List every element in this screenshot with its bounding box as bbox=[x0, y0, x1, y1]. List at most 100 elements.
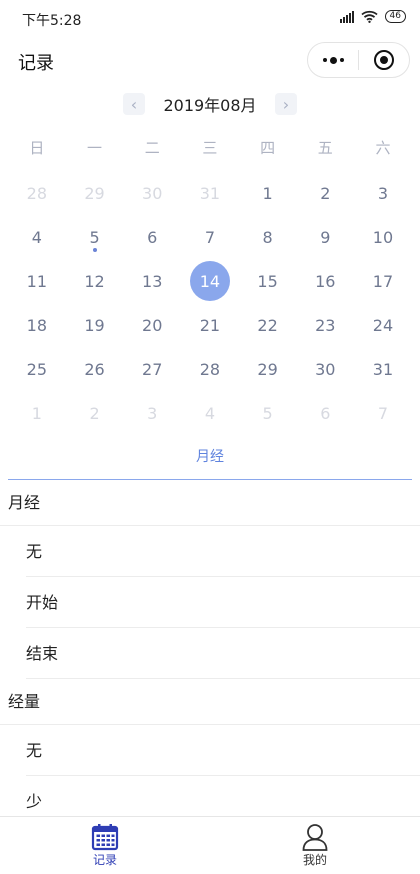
calendar-day[interactable]: 23 bbox=[296, 303, 354, 347]
calendar-day[interactable]: 28 bbox=[181, 347, 239, 391]
tab-mine-label: 我的 bbox=[302, 853, 327, 867]
more-button[interactable] bbox=[308, 43, 358, 77]
weekday-label: 二 bbox=[144, 138, 160, 157]
calendar-day-number: 7 bbox=[204, 227, 215, 247]
calendar-day[interactable]: 4 bbox=[8, 215, 66, 259]
calendar-week-row: 11 12 13 14 15 16 17 bbox=[8, 259, 412, 303]
calendar-day-number: 3 bbox=[377, 183, 389, 203]
calendar-day[interactable]: 17 bbox=[354, 259, 412, 303]
calendar-day[interactable]: 3 bbox=[354, 171, 412, 215]
period-section: 月经 无 开始 结束 经量 无 少 bbox=[0, 480, 420, 827]
calendar-day-number: 19 bbox=[84, 315, 105, 335]
calendar-day[interactable]: 2 bbox=[66, 391, 124, 435]
option-item[interactable]: 开始 bbox=[26, 577, 420, 628]
bottom-tabbar: 记录 我的 bbox=[0, 816, 420, 874]
calendar-day-number: 29 bbox=[257, 359, 278, 379]
calendar-day-number: 3 bbox=[147, 403, 158, 423]
chevron-left-icon: ‹ bbox=[130, 94, 138, 114]
chevron-right-icon: › bbox=[282, 94, 290, 114]
tab-record[interactable]: 记录 bbox=[0, 817, 210, 874]
calendar-day[interactable]: 19 bbox=[66, 303, 124, 347]
calendar-day[interactable]: 5 bbox=[66, 215, 124, 259]
tab-period[interactable]: 月经 bbox=[8, 446, 412, 480]
calendar-day[interactable]: 2 bbox=[296, 171, 354, 215]
calendar-day[interactable]: 4 bbox=[181, 391, 239, 435]
calendar-day[interactable]: 25 bbox=[8, 347, 66, 391]
calendar-day[interactable]: 7 bbox=[181, 215, 239, 259]
calendar-day[interactable]: 24 bbox=[354, 303, 412, 347]
calendar-day[interactable]: 29 bbox=[239, 347, 297, 391]
calendar-day[interactable]: 27 bbox=[123, 347, 181, 391]
calendar-day[interactable]: 3 bbox=[123, 391, 181, 435]
title-bar: 记录 bbox=[0, 38, 420, 84]
weekday-label: 五 bbox=[317, 138, 333, 157]
calendar-day[interactable]: 31 bbox=[354, 347, 412, 391]
calendar-day[interactable]: 22 bbox=[239, 303, 297, 347]
page-title: 记录 bbox=[18, 53, 54, 74]
calendar-day-number: 26 bbox=[84, 359, 105, 379]
next-month-button[interactable]: › bbox=[275, 93, 297, 115]
calendar-day[interactable]: 6 bbox=[296, 391, 354, 435]
calendar-day[interactable]: 12 bbox=[66, 259, 124, 303]
calendar-day[interactable]: 10 bbox=[354, 215, 412, 259]
calendar-day-number: 24 bbox=[372, 315, 394, 335]
calendar-day-number: 12 bbox=[84, 271, 105, 291]
weekday-label: 四 bbox=[260, 138, 276, 157]
calendar-week-row: 25 26 27 28 29 30 31 bbox=[8, 347, 412, 391]
calendar-day[interactable]: 31 bbox=[181, 171, 239, 215]
calendar-day-number: 27 bbox=[142, 359, 163, 379]
calendar-day[interactable]: 26 bbox=[66, 347, 124, 391]
calendar-day[interactable]: 14 bbox=[181, 259, 239, 303]
calendar-day[interactable]: 30 bbox=[296, 347, 354, 391]
weekday-header: 日 一 二 三 四 五 六 bbox=[8, 127, 412, 171]
prev-month-button[interactable]: ‹ bbox=[123, 93, 145, 115]
calendar-day-number: 30 bbox=[315, 359, 336, 379]
calendar-day-number: 13 bbox=[142, 271, 163, 291]
calendar-day-number: 10 bbox=[372, 227, 394, 247]
calendar-day-number: 17 bbox=[372, 271, 394, 291]
calendar-day[interactable]: 5 bbox=[239, 391, 297, 435]
calendar-day[interactable]: 6 bbox=[123, 215, 181, 259]
calendar-day-number: 25 bbox=[26, 359, 48, 379]
calendar-day[interactable]: 9 bbox=[296, 215, 354, 259]
tab-mine[interactable]: 我的 bbox=[210, 817, 420, 874]
calendar-day[interactable]: 8 bbox=[239, 215, 297, 259]
calendar-day-number: 1 bbox=[262, 183, 273, 203]
month-navigator: ‹ 2019年08月 › bbox=[0, 92, 420, 116]
battery-icon: 46 bbox=[384, 10, 406, 23]
calendar-day[interactable]: 13 bbox=[123, 259, 181, 303]
calendar-day[interactable]: 11 bbox=[8, 259, 66, 303]
calendar-day[interactable]: 18 bbox=[8, 303, 66, 347]
user-icon bbox=[302, 824, 328, 851]
calendar-day[interactable]: 16 bbox=[296, 259, 354, 303]
calendar-day-number: 6 bbox=[320, 403, 331, 423]
calendar-day-number: 4 bbox=[31, 227, 42, 247]
calendar-day[interactable]: 7 bbox=[354, 391, 412, 435]
option-item[interactable]: 无 bbox=[26, 526, 420, 577]
calendar-day[interactable]: 21 bbox=[181, 303, 239, 347]
section-title: 月经 bbox=[0, 480, 420, 526]
calendar-day[interactable]: 20 bbox=[123, 303, 181, 347]
calendar-day-number: 5 bbox=[89, 227, 100, 247]
weekday-label: 三 bbox=[202, 138, 218, 157]
calendar-day[interactable]: 28 bbox=[8, 171, 66, 215]
calendar-day-number: 15 bbox=[257, 271, 278, 291]
option-item[interactable]: 无 bbox=[26, 725, 420, 776]
target-icon bbox=[374, 50, 394, 70]
calendar-day[interactable]: 1 bbox=[8, 391, 66, 435]
calendar-icon bbox=[91, 824, 119, 851]
calendar-day[interactable]: 29 bbox=[66, 171, 124, 215]
calendar-day[interactable]: 1 bbox=[239, 171, 297, 215]
calendar-day[interactable]: 30 bbox=[123, 171, 181, 215]
status-bar: 下午5:28 46 bbox=[0, 0, 420, 38]
close-miniprogram-button[interactable] bbox=[359, 43, 409, 77]
option-item[interactable]: 结束 bbox=[26, 628, 420, 679]
calendar-day-number: 22 bbox=[257, 315, 278, 335]
status-time: 下午5:28 bbox=[22, 13, 82, 29]
weekday-label: 一 bbox=[87, 138, 103, 157]
day-marker-dot bbox=[92, 248, 97, 252]
calendar-day-number: 1 bbox=[31, 403, 42, 423]
wifi-icon bbox=[360, 10, 378, 23]
calendar-day-number: 16 bbox=[315, 271, 336, 291]
calendar-day[interactable]: 15 bbox=[239, 259, 297, 303]
